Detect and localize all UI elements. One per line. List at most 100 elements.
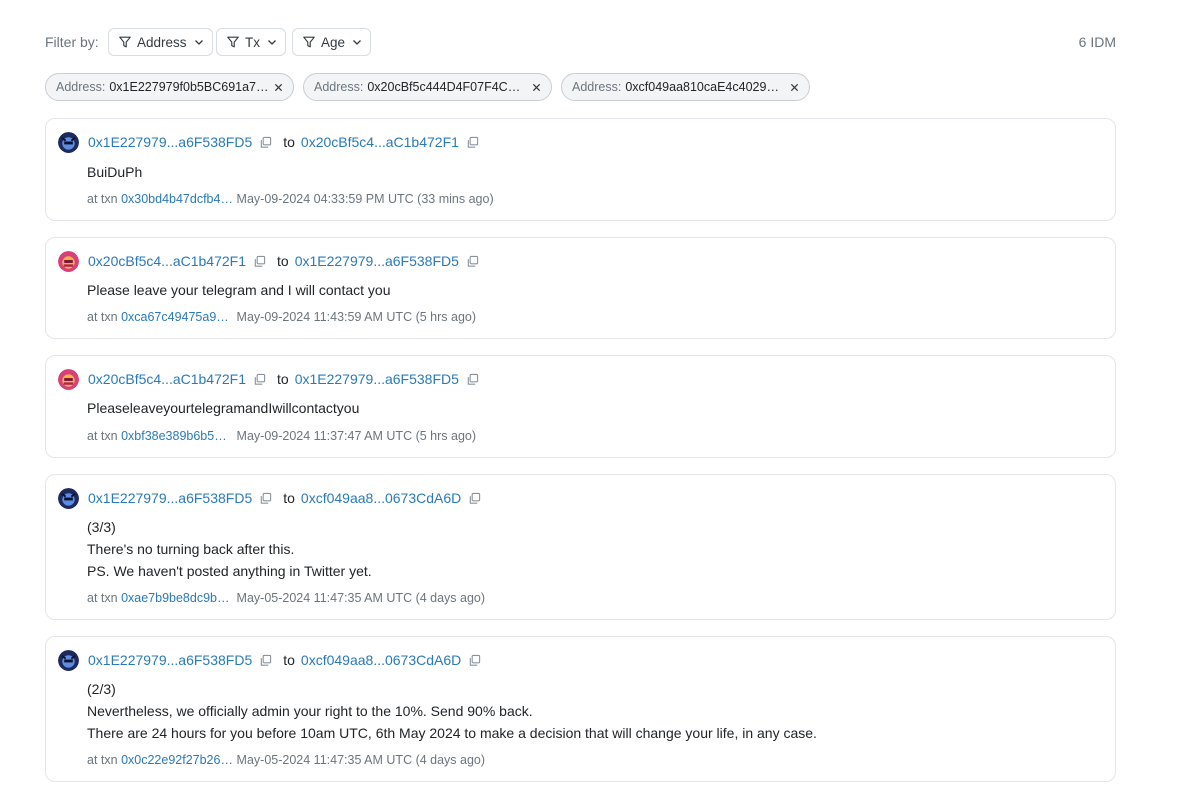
message-line: PleaseleaveyourtelegramandIwillcontactyo… [87, 400, 360, 416]
copy-icon[interactable] [468, 654, 481, 667]
chip-key: Address: [572, 80, 622, 94]
filter-icon [303, 36, 315, 48]
filter-label: Filter by: [45, 34, 99, 50]
copy-icon[interactable] [466, 136, 479, 149]
page: Filter by: Address Tx Age 6 IDM Address:… [45, 0, 1116, 782]
message-line: (3/3) [87, 519, 116, 535]
at-txn-label: at txn [87, 192, 118, 206]
message-card: 0x20cBf5c4...aC1b472F1 to 0x1E227979...a… [45, 355, 1116, 458]
filter-address-button[interactable]: Address [108, 28, 213, 56]
filter-address-label: Address [137, 34, 187, 50]
recipient-address-link[interactable]: 0x20cBf5c4...aC1b472F1 [301, 134, 459, 150]
sender-address-link[interactable]: 0x1E227979...a6F538FD5 [88, 490, 252, 506]
to-label: to [277, 371, 289, 387]
chevron-down-icon [353, 40, 361, 45]
sender-address-link[interactable]: 0x1E227979...a6F538FD5 [88, 652, 252, 668]
copy-icon[interactable] [259, 136, 272, 149]
message-header: 0x1E227979...a6F538FD5 to 0xcf049aa8...0… [58, 487, 481, 509]
timestamp: May-09-2024 11:43:59 AM UTC (5 hrs ago) [236, 310, 477, 324]
message-meta: at txn 0xca67c49475a9e1b2 May-09-2024 11… [87, 310, 476, 324]
message-body: (2/3) Nevertheless, we officially admin … [87, 678, 817, 744]
txn-hash-link[interactable]: 0x30bd4b47dcfb4e2a9 [121, 192, 233, 206]
message-card: 0x1E227979...a6F538FD5 to 0x20cBf5c4...a… [45, 118, 1116, 221]
recipient-address-link[interactable]: 0x1E227979...a6F538FD5 [295, 371, 459, 387]
filter-age-button[interactable]: Age [292, 28, 372, 56]
txn-hash-link[interactable]: 0xbf38e389b6b58c1d [121, 429, 233, 443]
filter-icon [227, 36, 239, 48]
copy-icon[interactable] [253, 255, 266, 268]
address-filter-chip: Address: 0xcf049aa810caE4c402903bB3a1d2f… [561, 73, 810, 101]
recipient-address-link[interactable]: 0xcf049aa8...0673CdA6D [301, 652, 461, 668]
to-label: to [283, 652, 295, 668]
avatar-icon [58, 131, 79, 153]
message-meta: at txn 0x0c22e92f27b26d7e May-05-2024 11… [87, 753, 485, 767]
filter-age-label: Age [321, 34, 346, 50]
at-txn-label: at txn [87, 310, 118, 324]
copy-icon[interactable] [259, 492, 272, 505]
timestamp: May-05-2024 11:47:35 AM UTC (4 days ago) [236, 591, 486, 605]
txn-hash-link[interactable]: 0xca67c49475a9e1b2 [121, 310, 233, 324]
message-body: PleaseleaveyourtelegramandIwillcontactyo… [87, 397, 359, 419]
timestamp: May-05-2024 11:47:35 AM UTC (4 days ago) [236, 753, 486, 767]
filter-icon [119, 36, 131, 48]
copy-icon[interactable] [468, 492, 481, 505]
address-filter-chip: Address: 0x20cBf5c444D4F07F4Cb0C2f1e4b1F… [303, 73, 552, 101]
timestamp: May-09-2024 04:33:59 PM UTC (33 mins ago… [236, 192, 494, 206]
sender-address-link[interactable]: 0x20cBf5c4...aC1b472F1 [88, 371, 246, 387]
sender-address-link[interactable]: 0x20cBf5c4...aC1b472F1 [88, 253, 246, 269]
chip-value: 0xcf049aa810caE4c402903bB3a1d2fA1e0673Cd… [625, 80, 785, 94]
message-body: BuiDuPh [87, 161, 142, 183]
message-card: 0x20cBf5c4...aC1b472F1 to 0x1E227979...a… [45, 237, 1116, 339]
message-header: 0x1E227979...a6F538FD5 to 0xcf049aa8...0… [58, 649, 481, 671]
copy-icon[interactable] [466, 255, 479, 268]
at-txn-label: at txn [87, 753, 118, 767]
filter-tx-label: Tx [245, 34, 260, 50]
address-filter-chip: Address: 0x1E227979f0b5BC691a70deB693596… [45, 73, 294, 101]
avatar-icon [58, 250, 79, 272]
message-card: 0x1E227979...a6F538FD5 to 0xcf049aa8...0… [45, 474, 1116, 620]
timestamp: May-09-2024 11:37:47 AM UTC (5 hrs ago) [236, 429, 477, 443]
message-meta: at txn 0xae7b9be8dc9b4f3a May-05-2024 11… [87, 591, 485, 605]
at-txn-label: at txn [87, 591, 118, 605]
close-icon[interactable] [790, 83, 799, 92]
filter-bar: Filter by: Address Tx Age 6 IDM Address:… [45, 0, 1116, 101]
avatar-icon [58, 649, 79, 671]
message-line: There's no turning back after this. [87, 541, 295, 557]
message-header: 0x20cBf5c4...aC1b472F1 to 0x1E227979...a… [58, 368, 479, 390]
copy-icon[interactable] [259, 654, 272, 667]
txn-hash-link[interactable]: 0xae7b9be8dc9b4f3a [121, 591, 233, 605]
chevron-down-icon [194, 40, 203, 45]
message-card: 0x1E227979...a6F538FD5 to 0xcf049aa8...0… [45, 636, 1116, 782]
message-line: (2/3) [87, 681, 116, 697]
avatar-icon [58, 368, 79, 390]
to-label: to [283, 490, 295, 506]
chip-value: 0x20cBf5c444D4F07F4Cb0C2f1e4b1FE9aC1b472… [367, 80, 525, 94]
chip-key: Address: [314, 80, 364, 94]
chip-value: 0x1E227979f0b5BC691a70deB693596c3Bc7aC6F… [109, 80, 270, 94]
close-icon[interactable] [532, 83, 541, 92]
message-line: Nevertheless, we officially admin your r… [87, 703, 533, 719]
at-txn-label: at txn [87, 429, 118, 443]
message-meta: at txn 0x30bd4b47dcfb4e2a9 May-09-2024 0… [87, 192, 494, 206]
result-count: 6 IDM [1078, 34, 1116, 50]
filter-tx-button[interactable]: Tx [216, 28, 286, 56]
message-body: (3/3) There's no turning back after this… [87, 516, 372, 582]
message-line: Please leave your telegram and I will co… [87, 282, 391, 298]
message-line: BuiDuPh [87, 164, 143, 180]
message-line: There are 24 hours for you before 10am U… [87, 725, 817, 741]
close-icon[interactable] [274, 83, 283, 92]
message-header: 0x20cBf5c4...aC1b472F1 to 0x1E227979...a… [58, 250, 479, 272]
to-label: to [283, 134, 295, 150]
chevron-down-icon [268, 40, 276, 45]
copy-icon[interactable] [253, 373, 266, 386]
recipient-address-link[interactable]: 0x1E227979...a6F538FD5 [295, 253, 459, 269]
copy-icon[interactable] [466, 373, 479, 386]
recipient-address-link[interactable]: 0xcf049aa8...0673CdA6D [301, 490, 461, 506]
message-body: Please leave your telegram and I will co… [87, 279, 391, 301]
message-meta: at txn 0xbf38e389b6b58c1d May-09-2024 11… [87, 429, 476, 443]
txn-hash-link[interactable]: 0x0c22e92f27b26d7e [121, 753, 233, 767]
sender-address-link[interactable]: 0x1E227979...a6F538FD5 [88, 134, 252, 150]
message-header: 0x1E227979...a6F538FD5 to 0x20cBf5c4...a… [58, 131, 479, 153]
message-line: PS. We haven't posted anything in Twitte… [87, 563, 372, 579]
chip-key: Address: [56, 80, 106, 94]
